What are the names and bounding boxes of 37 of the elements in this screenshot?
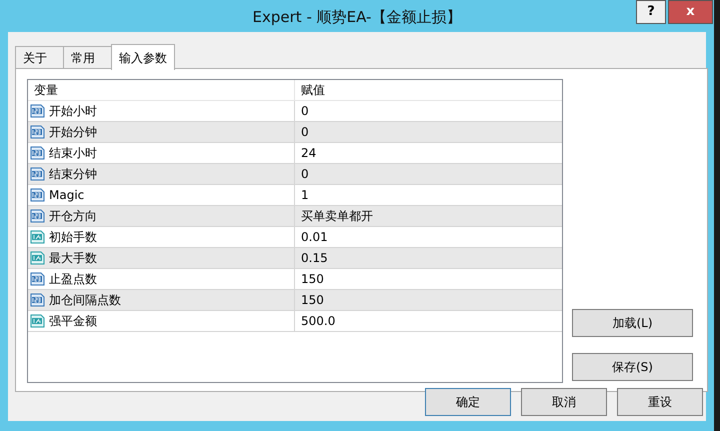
variable-name: 开始小时 bbox=[49, 103, 97, 120]
value-cell[interactable]: 24 bbox=[295, 143, 549, 163]
variable-name: 止盈点数 bbox=[49, 271, 97, 288]
dialog-button[interactable]: 确定 bbox=[425, 388, 511, 416]
dialog-button[interactable]: 取消 bbox=[521, 388, 607, 416]
value-cell[interactable]: 0 bbox=[295, 101, 549, 121]
variable-name: Magic bbox=[49, 187, 84, 204]
side-button[interactable]: 保存(S) bbox=[572, 353, 693, 381]
value-cell[interactable]: 买单卖单都开 bbox=[295, 206, 549, 226]
value-cell[interactable]: 0 bbox=[295, 122, 549, 142]
value-cell[interactable]: 0.15 bbox=[295, 248, 549, 268]
value-cell[interactable]: 150 bbox=[295, 269, 549, 289]
integer-icon bbox=[30, 209, 45, 223]
variable-name: 强平金额 bbox=[49, 313, 97, 330]
variable-name: 最大手数 bbox=[49, 250, 97, 267]
variable-name: 结束分钟 bbox=[49, 166, 97, 183]
tab[interactable]: 输入参数 bbox=[111, 44, 175, 70]
fraction-icon bbox=[30, 251, 45, 265]
value-cell[interactable]: 0 bbox=[295, 164, 549, 184]
help-button[interactable]: ? bbox=[636, 0, 666, 24]
variable-name: 开仓方向 bbox=[49, 208, 97, 225]
tab[interactable]: 关于 bbox=[15, 46, 64, 69]
value-cell[interactable]: 0.01 bbox=[295, 227, 549, 247]
value-cell[interactable]: 1 bbox=[295, 185, 549, 205]
variable-name: 初始手数 bbox=[49, 229, 97, 246]
integer-icon bbox=[30, 125, 45, 139]
close-button[interactable]: x bbox=[668, 0, 713, 24]
value-cell[interactable]: 500.0 bbox=[295, 311, 549, 331]
value-cell[interactable]: 150 bbox=[295, 290, 549, 310]
variable-name: 加仓间隔点数 bbox=[49, 292, 121, 309]
variable-name: 开始分钟 bbox=[49, 124, 97, 141]
variable-name: 结束小时 bbox=[49, 145, 97, 162]
integer-icon bbox=[30, 293, 45, 307]
integer-icon bbox=[30, 167, 45, 181]
dialog-button[interactable]: 重设 bbox=[617, 388, 703, 416]
side-button[interactable]: 加载(L) bbox=[572, 309, 693, 337]
window-title: Expert - 顺势EA-【金额止损】 bbox=[252, 6, 462, 28]
